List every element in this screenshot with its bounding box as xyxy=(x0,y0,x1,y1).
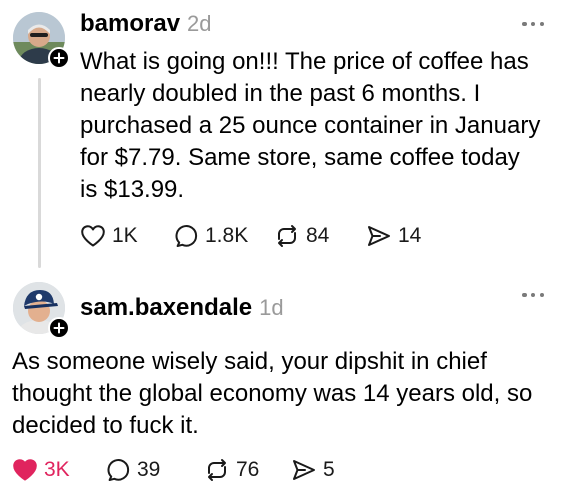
action-bar: 1K 1.8K 84 14 xyxy=(80,224,421,248)
post-header: bamorav 2d xyxy=(80,10,212,38)
like-count: 3K xyxy=(44,458,70,481)
post-text-line: What is going on!!! The price of coffee … xyxy=(80,48,529,75)
repost-count: 84 xyxy=(306,224,330,247)
repost-button[interactable]: 84 xyxy=(274,224,366,248)
more-options-icon-dot xyxy=(539,21,544,27)
more-options-icon-dot xyxy=(530,21,536,27)
heart-icon xyxy=(81,225,105,247)
post-header: sam.baxendale 1d xyxy=(80,294,284,322)
repost-icon xyxy=(278,225,296,247)
avatar-wrapper[interactable] xyxy=(13,12,70,69)
share-count: 5 xyxy=(323,458,335,481)
repost-icon xyxy=(208,459,226,481)
share-button[interactable]: 5 xyxy=(291,458,335,482)
like-button[interactable]: 1K xyxy=(80,224,175,248)
more-options-button[interactable] xyxy=(522,21,544,27)
more-options-icon-dot xyxy=(530,292,536,298)
post-bamorav: bamorav 2d What is going on!!! The price… xyxy=(0,0,565,268)
post-text-line: decided to fuck it. xyxy=(12,412,199,439)
post-text-line: for $7.79. Same store, same coffee today xyxy=(80,144,520,171)
username[interactable]: bamorav xyxy=(80,10,180,38)
follow-button[interactable] xyxy=(48,317,70,339)
thread-line xyxy=(38,78,41,268)
heart-icon xyxy=(13,459,37,481)
post-text-line: thought the global economy was 14 years … xyxy=(12,380,533,407)
post-sam-baxendale: sam.baxendale 1d As someone wisely said,… xyxy=(0,268,565,504)
share-count: 14 xyxy=(398,224,422,247)
reply-icon xyxy=(107,459,130,481)
username[interactable]: sam.baxendale xyxy=(80,294,252,322)
post-text-line: As someone wisely said, your dipshit in … xyxy=(12,348,487,375)
share-button[interactable]: 14 xyxy=(366,224,421,248)
share-icon xyxy=(368,226,390,246)
plus-icon xyxy=(53,52,65,64)
like-button[interactable]: 3K xyxy=(12,458,107,482)
reply-count: 1.8K xyxy=(205,224,249,247)
plus-icon xyxy=(53,322,65,334)
post-text: As someone wisely said, your dipshit in … xyxy=(12,346,532,442)
repost-count: 76 xyxy=(236,458,260,481)
repost-button[interactable]: 76 xyxy=(204,458,291,482)
like-count: 1K xyxy=(112,224,138,247)
reply-button[interactable]: 1.8K xyxy=(175,224,274,248)
action-bar: 3K 39 76 5 xyxy=(12,458,335,482)
more-options-icon-dot xyxy=(539,292,544,298)
post-text-line: is $13.99. xyxy=(80,176,185,203)
avatar-wrapper[interactable] xyxy=(13,282,70,339)
post-text-line: nearly doubled in the past 6 months. I xyxy=(80,80,481,107)
post-text-line: purchased a 25 ounce container in Januar… xyxy=(80,112,541,139)
follow-button[interactable] xyxy=(48,47,70,69)
share-icon xyxy=(293,460,315,480)
reply-icon xyxy=(175,225,198,247)
more-options-icon xyxy=(522,21,527,27)
post-text: What is going on!!! The price of coffee … xyxy=(80,46,540,206)
reply-button[interactable]: 39 xyxy=(107,458,204,482)
timestamp: 1d xyxy=(259,295,284,320)
reply-count: 39 xyxy=(137,458,161,481)
more-options-icon xyxy=(522,292,527,298)
more-options-button[interactable] xyxy=(522,292,544,298)
timestamp: 2d xyxy=(187,11,212,36)
